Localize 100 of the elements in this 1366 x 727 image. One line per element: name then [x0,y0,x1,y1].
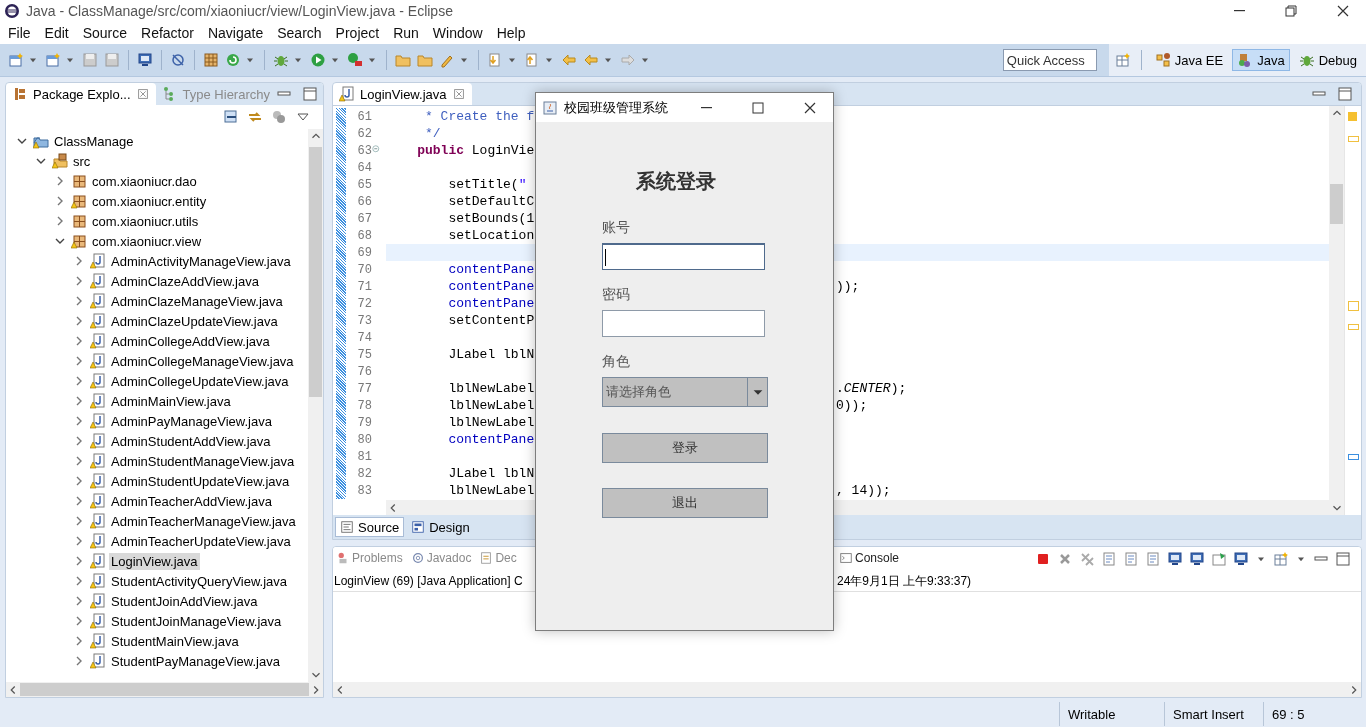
menu-item[interactable]: Window [426,23,491,43]
view-tab[interactable]: Console [837,551,902,567]
warning-marker[interactable] [1348,136,1359,142]
code-line: JLabel lblN [447,466,535,481]
tree-item[interactable]: AdminClazeManageView.java [109,292,285,310]
vertical-scrollbar[interactable] [1329,106,1344,515]
tree-item[interactable]: AdminActivityManageView.java [109,252,293,270]
grid-icon [203,52,219,68]
occurrence-marker[interactable] [1348,454,1359,460]
show-error-icon[interactable] [1189,551,1205,567]
warning-marker[interactable] [1348,301,1359,311]
tree-item[interactable]: com.xiaoniucr.utils [90,212,201,230]
tree-item[interactable]: StudentJoinAddView.java [109,592,260,610]
stop-icon[interactable] [1035,551,1051,567]
quick-access-field[interactable]: Quick Access [1002,49,1097,71]
view-tab[interactable]: Javadoc [408,551,474,567]
view-tab[interactable]: Problems [334,551,405,567]
menu-item[interactable]: Run [387,23,427,43]
display-console-icon[interactable] [1233,551,1249,567]
menu-item[interactable]: Project [329,23,388,43]
collapse-all-icon[interactable] [223,109,239,125]
view-tab[interactable]: Package Explo... [6,83,156,105]
tree-item[interactable]: com.xiaoniucr.entity [90,192,209,210]
tree-item[interactable]: AdminPayManageView.java [109,412,274,430]
code-line: * Create the f [424,109,535,124]
java-file-icon [90,533,106,549]
menu-item[interactable]: Source [76,23,136,43]
filters-icon[interactable] [271,109,287,125]
tree-item[interactable]: AdminStudentUpdateView.java [109,472,292,490]
tree-item[interactable]: src [71,152,93,170]
horizontal-scrollbar[interactable] [333,682,1361,697]
tree-item[interactable]: AdminMainView.java [109,392,233,410]
menu-item[interactable]: Search [271,23,330,43]
tree-item[interactable]: StudentJoinManageView.java [109,612,284,630]
tree-item[interactable]: StudentPayManageView.java [109,652,282,670]
show-output-icon[interactable] [1167,551,1183,567]
menu-item[interactable]: Help [490,23,534,43]
tree-item[interactable]: StudentActivityQueryView.java [109,572,290,590]
maximize-view-icon[interactable] [1335,551,1351,567]
exit-button[interactable]: 退出 [602,488,768,518]
code-line: lblNewLabel [447,415,535,430]
close-tab-icon[interactable] [135,87,150,101]
horizontal-scrollbar[interactable] [6,682,323,697]
open-perspective-icon [1114,52,1131,68]
scroll-thumb[interactable] [1330,184,1343,224]
perspective-button[interactable]: Debug [1293,49,1362,71]
perspective-button[interactable]: Java [1232,49,1290,71]
tree-item[interactable]: AdminCollegeAddView.java [109,332,272,350]
tree-item[interactable]: AdminTeacherManageView.java [109,512,298,530]
package-icon [71,233,87,249]
java-file-icon [90,553,106,569]
code-line: setTitle(" [447,177,527,192]
line-number: 76 [356,364,372,379]
tree-item[interactable]: StudentMainView.java [109,632,241,650]
java-file-icon [90,353,106,369]
perspective-button[interactable]: Java EE [1149,49,1229,71]
editor-tab[interactable]: LoginView.java [333,83,472,105]
menu-item[interactable]: File [2,23,39,43]
editor-mode-tab[interactable]: Source [335,517,405,537]
maximize-view-icon[interactable] [1337,86,1353,102]
tree-item[interactable]: AdminTeacherUpdateView.java [109,532,293,550]
tree-item[interactable]: AdminClazeUpdateView.java [109,312,280,330]
eclipse-logo-icon [4,3,20,19]
menu-item[interactable]: Edit [38,23,77,43]
code-line: setContentP [447,313,535,328]
tree-item[interactable]: com.xiaoniucr.view [90,232,204,250]
vertical-scrollbar[interactable] [308,129,323,682]
view-tab[interactable]: Dec [477,551,519,567]
role-dropdown[interactable]: 请选择角色 [602,377,768,407]
menu-item[interactable]: Refactor [135,23,202,43]
menu-item[interactable]: Navigate [201,23,272,43]
dialog-heading: 系统登录 [636,169,717,194]
tree-item[interactable]: AdminTeacherAddView.java [109,492,274,510]
tree-item[interactable]: ClassManage [52,132,136,150]
scroll-thumb[interactable] [309,147,322,397]
maximize-view-icon[interactable] [302,86,318,102]
code-line: lblNewLabel [447,483,535,498]
tree-item[interactable]: AdminStudentManageView.java [109,452,297,470]
console-header: 24年9月1日 上午9:33:37) [837,572,972,590]
line-number: 74 [356,330,372,345]
line-number: 81 [356,449,372,464]
editor-mode-tab[interactable]: Design [406,517,475,537]
login-button[interactable]: 登录 [602,433,768,463]
pin-console-icon[interactable] [1211,551,1227,567]
back-icon [583,52,599,68]
tree-item[interactable]: LoginView.java [109,552,200,570]
close-tab-icon[interactable] [451,87,466,101]
save-icon [82,52,98,68]
tree-item[interactable]: AdminClazeAddView.java [109,272,261,290]
scroll-thumb[interactable] [19,683,310,696]
tree-item[interactable]: AdminStudentAddView.java [109,432,273,450]
open-console-icon[interactable] [1273,551,1289,567]
code-line: contentPane [447,262,535,277]
password-field[interactable] [602,310,765,337]
input-field[interactable] [602,243,765,270]
remove-all-icon[interactable] [1079,551,1095,567]
tree-item[interactable]: AdminCollegeUpdateView.java [109,372,291,390]
tree-item[interactable]: AdminCollegeManageView.java [109,352,296,370]
warning-marker[interactable] [1348,324,1359,330]
tree-item[interactable]: com.xiaoniucr.dao [90,172,199,190]
